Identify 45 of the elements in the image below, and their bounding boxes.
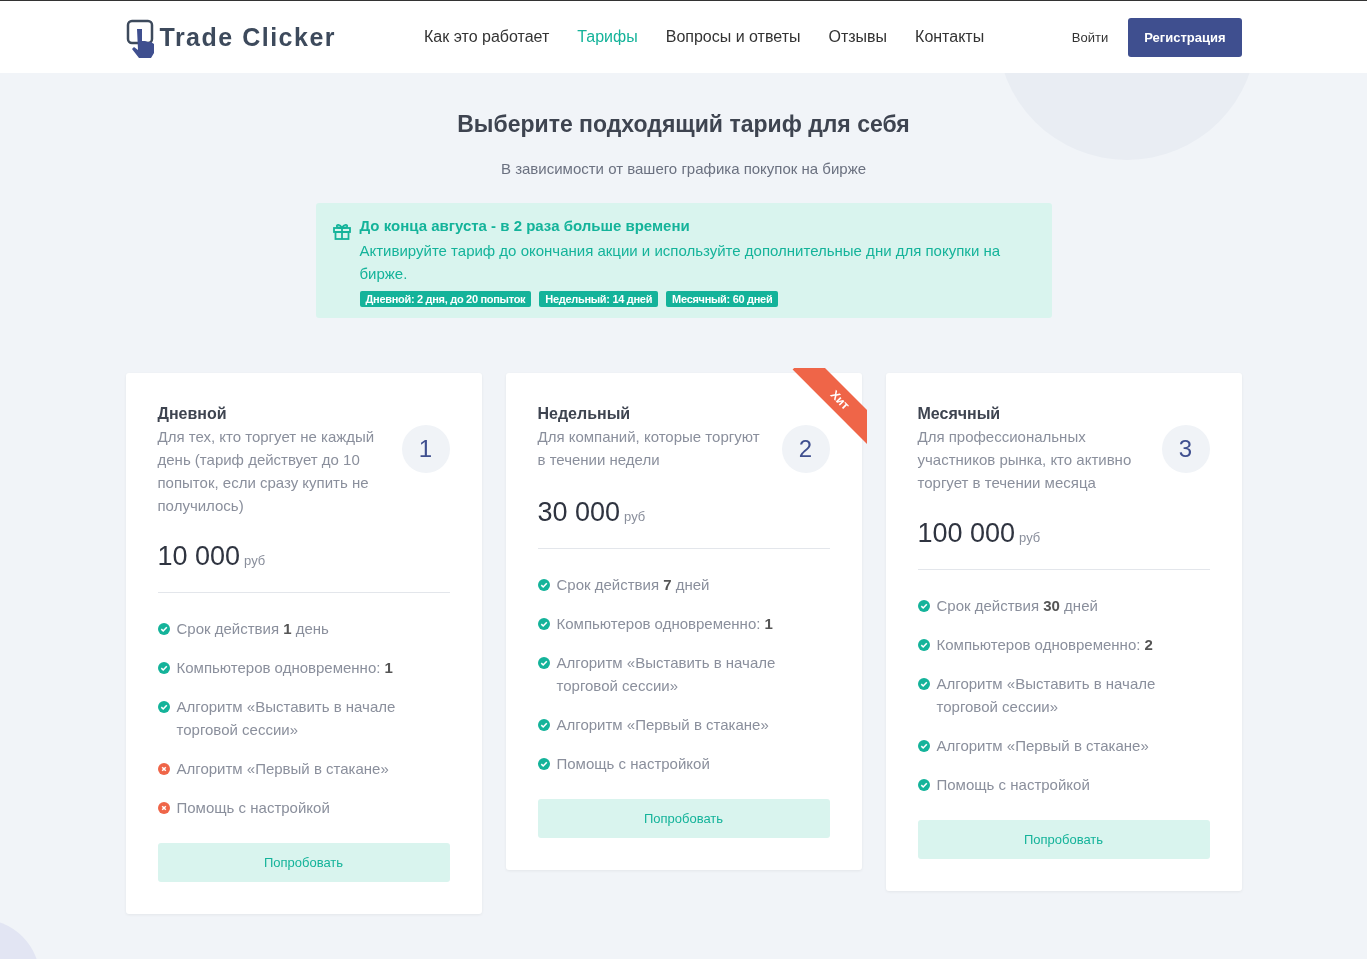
promo-tag: Недельный: 14 дней xyxy=(539,291,659,307)
feature-text: Алгоритм «Выставить в начале торговой сессии» xyxy=(176,697,397,740)
plan-description: Для профессиональных участников рынка, кто активно торгует в течении месяца xyxy=(917,427,1133,493)
feature-text: Алгоритм «Первый в стакане» xyxy=(936,736,1149,756)
nav-link[interactable]: Как это работает xyxy=(424,28,550,46)
page-title: Выберите подходящий тариф для себя xyxy=(457,111,910,138)
register-button[interactable]: Регистрация xyxy=(1128,17,1242,57)
nav-link[interactable]: Контакты xyxy=(915,28,985,46)
nav-link[interactable]: Вопросы и ответы xyxy=(665,28,801,46)
feature-text: Алгоритм «Выставить в начале торговой сессии» xyxy=(556,653,777,696)
feature-text: Компьютеров одновременно: 1 xyxy=(556,614,773,634)
login-link[interactable]: Войти xyxy=(1071,29,1109,45)
plan-number: 2 xyxy=(781,425,830,473)
feature-text: Срок действия 1 день xyxy=(176,619,329,639)
plan-description: Для компаний, которые торгуют в течении недели xyxy=(537,427,761,470)
feature-text: Помощь с настройкой xyxy=(556,754,710,774)
plan-number: 3 xyxy=(1161,425,1210,473)
gift-icon xyxy=(331,221,352,241)
page-subtitle: В зависимости от вашего графика покупок на бирже xyxy=(500,160,867,177)
feature-text: Алгоритм «Первый в стакане» xyxy=(176,759,389,779)
plan-name: Месячный xyxy=(917,405,1002,423)
promo-title: До конца августа - в 2 раза больше времени xyxy=(359,217,691,234)
plan-name: Дневной xyxy=(157,405,228,423)
feature-text: Помощь с настройкой xyxy=(936,775,1090,795)
price-currency: руб xyxy=(624,509,646,524)
promo-text: Активируйте тариф до окончания акции и используйте дополнительные дни для покупки на бирже. xyxy=(359,241,1002,284)
price-currency: руб xyxy=(244,553,266,568)
feature-text: Компьютеров одновременно: 2 xyxy=(936,635,1153,655)
feature-text: Срок действия 30 дней xyxy=(936,596,1098,616)
price-amount: 100 000 xyxy=(917,518,1016,549)
price-currency: руб xyxy=(1019,530,1041,545)
plan-number: 1 xyxy=(401,425,450,473)
feature-text: Помощь с настройкой xyxy=(176,798,330,818)
feature-text: Компьютеров одновременно: 1 xyxy=(176,658,393,678)
price-amount: 30 000 xyxy=(537,497,621,528)
feature-text: Срок действия 7 дней xyxy=(556,575,710,595)
plan-description: Для тех, кто торгует не каждый день (тариф действует до 10 попыток, если сразу купить не получилось) xyxy=(157,427,376,516)
promo-tag: Дневной: 2 дня, до 20 попыток xyxy=(359,291,532,307)
feature-text: Алгоритм «Первый в стакане» xyxy=(556,715,769,735)
plan-name: Недельный xyxy=(537,405,632,423)
logo-text[interactable]: Trade Clicker xyxy=(159,22,337,52)
nav-link[interactable]: Отзывы xyxy=(828,28,888,46)
promo-tag: Месячный: 60 дней xyxy=(666,291,779,307)
feature-text: Алгоритм «Выставить в начале торговой сессии» xyxy=(936,674,1157,717)
price-amount: 10 000 xyxy=(157,541,241,572)
